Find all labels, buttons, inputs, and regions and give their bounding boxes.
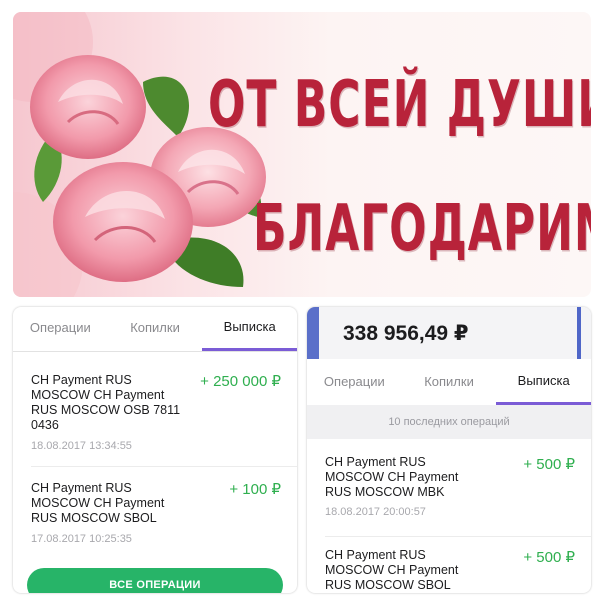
operation-amount: + 100 ₽ — [229, 481, 281, 498]
list-item[interactable]: CH Payment RUS MOSCOW CH Payment RUS MOS… — [13, 369, 297, 464]
operation-title: CH Payment RUS MOSCOW CH Payment RUS MOS… — [325, 455, 459, 499]
thank-you-banner: ОТ ВСЕЙ ДУШИ БЛАГОДАРИМ! — [13, 12, 591, 297]
tab-piggybanks[interactable]: Копилки — [108, 307, 203, 351]
rose-icon — [53, 162, 193, 282]
tab-bar: Операции Копилки Выписка — [13, 307, 297, 352]
operation-amount: + 250 000 ₽ — [200, 373, 281, 390]
tab-operations[interactable]: Операции — [307, 361, 402, 405]
operation-amount: + 500 ₽ — [523, 549, 575, 566]
operation-title: CH Payment RUS MOSCOW CH Payment RUS MOS… — [31, 481, 165, 525]
operation-title: CH Payment RUS MOSCOW CH Payment RUS MOS… — [31, 373, 181, 432]
operation-title: CH Payment RUS MOSCOW CH Payment RUS MOS… — [325, 548, 459, 592]
divider — [31, 466, 297, 467]
statement-card-right: 338 956,49 ₽ Операции Копилки Выписка 10… — [307, 307, 591, 593]
operation-date: 18.08.2017 13:34:55 — [31, 440, 132, 452]
account-balance: 338 956,49 ₽ — [343, 322, 469, 345]
balance-header: 338 956,49 ₽ — [307, 307, 591, 359]
last-operations-label: 10 последних операций — [307, 405, 591, 439]
tab-operations[interactable]: Операции — [13, 307, 108, 351]
tab-statement[interactable]: Выписка — [496, 361, 591, 405]
tab-bar: Операции Копилки Выписка — [307, 361, 591, 406]
list-item[interactable]: CH Payment RUS MOSCOW CH Payment RUS MOS… — [307, 548, 591, 593]
statement-card-left: Операции Копилки Выписка CH Payment RUS … — [13, 307, 297, 593]
operation-date: 17.08.2017 10:25:35 — [31, 533, 132, 545]
rose-icon — [30, 55, 146, 159]
operation-amount: + 500 ₽ — [523, 456, 575, 473]
divider — [325, 536, 591, 537]
tab-piggybanks[interactable]: Копилки — [402, 361, 497, 405]
tab-statement[interactable]: Выписка — [202, 307, 297, 351]
all-operations-button[interactable]: ВСЕ ОПЕРАЦИИ — [27, 568, 283, 593]
list-item[interactable]: CH Payment RUS MOSCOW CH Payment RUS MOS… — [307, 455, 591, 530]
accent-strip — [307, 307, 319, 359]
list-item[interactable]: CH Payment RUS MOSCOW CH Payment RUS MOS… — [13, 477, 297, 557]
operation-date: 18.08.2017 20:00:57 — [325, 506, 426, 518]
banner-title-line1: ОТ ВСЕЙ ДУШИ — [208, 68, 591, 142]
accent-strip — [577, 307, 581, 359]
banner-title-line2: БЛАГОДАРИМ! — [253, 192, 591, 266]
